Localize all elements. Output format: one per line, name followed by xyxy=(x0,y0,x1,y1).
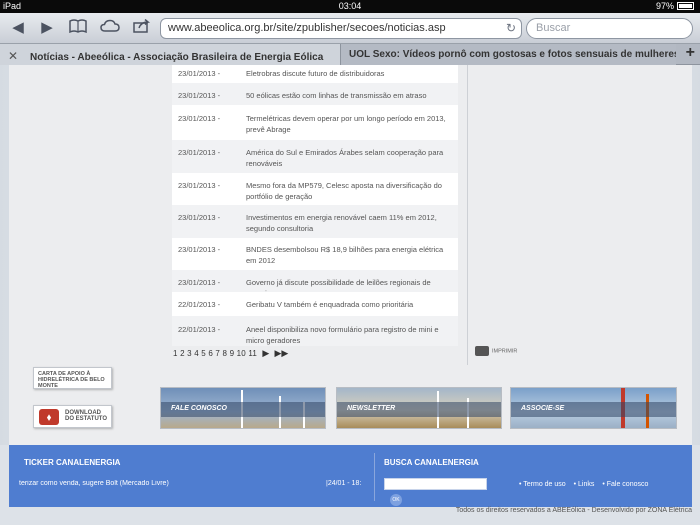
news-date: 23/01/2013 - xyxy=(178,114,221,123)
banner-label: NEWSLETTER xyxy=(337,402,501,417)
list-item[interactable]: 23/01/2013 - Investimentos em energia re… xyxy=(172,205,458,238)
print-button[interactable]: IMPRIMIR xyxy=(475,346,517,356)
news-date: 23/01/2013 - xyxy=(178,245,221,254)
download-statute-button[interactable]: ⬧ DOWNLOAD DO ESTATUTO xyxy=(33,405,112,428)
page-numbers[interactable]: 1 2 3 4 5 6 7 8 9 10 11 xyxy=(173,349,257,358)
list-item[interactable]: 23/01/2013 - BNDES desembolsou R$ 18,9 b… xyxy=(172,238,458,270)
fale-conosco-banner[interactable]: FALE CONOSCO xyxy=(160,387,326,429)
download-label: DOWNLOAD DO ESTATUTO xyxy=(65,410,107,422)
news-column: 23/01/2013 - Eletrobras discute futuro d… xyxy=(163,65,468,365)
search-input[interactable]: Buscar xyxy=(526,18,693,39)
news-date: 23/01/2013 - xyxy=(178,69,221,78)
copyright: Todos os direitos reservados a ABEEólica… xyxy=(455,507,692,514)
news-date: 22/01/2013 - xyxy=(178,300,221,309)
busca-title: BUSCA CANALENERGIA xyxy=(384,458,479,467)
banner-label: FALE CONOSCO xyxy=(161,402,325,417)
tab-bar: ✕ Notícias - Abeeólica - Associação Brasi… xyxy=(0,44,700,65)
list-item[interactable]: 23/01/2013 - América do Sul e Emirados Á… xyxy=(172,140,458,173)
news-date: 23/01/2013 - xyxy=(178,213,221,222)
list-item[interactable]: 23/01/2013 - Eletrobras discute futuro d… xyxy=(172,65,458,83)
share-icon[interactable] xyxy=(132,18,152,39)
forward-icon[interactable]: ▶ xyxy=(37,19,57,39)
pdf-icon: ⬧ xyxy=(39,409,59,425)
links-link[interactable]: • Links xyxy=(574,481,595,488)
news-date: 22/01/2013 - xyxy=(178,325,221,334)
back-icon[interactable]: ◀ xyxy=(8,19,28,39)
bookmarks-icon[interactable] xyxy=(68,19,88,39)
news-title[interactable]: Termelétricas devem operar por um longo … xyxy=(246,113,448,135)
print-label: IMPRIMIR xyxy=(492,348,518,355)
associe-se-banner[interactable]: ASSOCIE-SE xyxy=(510,387,677,429)
ticker-text[interactable]: terizar como venda, sugere Bolt (Mercado… xyxy=(19,480,379,487)
ticker-title: TICKER CANALENERGIA xyxy=(24,458,121,467)
list-item[interactable]: 23/01/2013 - Termelétricas devem operar … xyxy=(172,105,458,140)
browser-toolbar: ◀ ▶ www.abeeolica.org.br/site/zpublisher… xyxy=(0,13,700,44)
footer: TICKER CANALENERGIA terizar como venda, … xyxy=(9,445,692,507)
close-tab-icon[interactable]: ✕ xyxy=(8,49,30,63)
pagination: 1 2 3 4 5 6 7 8 9 10 11 ▶ ▶▶ xyxy=(173,348,288,359)
news-title[interactable]: Eletrobras discute futuro de distribuido… xyxy=(246,68,448,79)
news-date: 23/01/2013 - xyxy=(178,181,221,190)
news-title[interactable]: Aneel disponibiliza novo formulário para… xyxy=(246,324,448,346)
busca-ok-button[interactable]: OK xyxy=(390,494,402,506)
termo-de-uso-link[interactable]: • Termo de uso xyxy=(519,481,566,488)
ticker-date: |24/01 - 18: xyxy=(326,480,362,487)
list-item[interactable]: 23/01/2013 - Governo já discute possibil… xyxy=(172,270,458,298)
list-item[interactable]: 22/01/2013 - Geribatu V também é enquadr… xyxy=(172,292,458,316)
url-text: www.abeeolica.org.br/site/zpublisher/sec… xyxy=(168,22,446,34)
new-tab-icon[interactable]: + xyxy=(686,44,695,62)
tab-label: Notícias - Abeeólica - Associação Brasil… xyxy=(30,52,324,63)
fale-conosco-link[interactable]: • Fale conosco xyxy=(602,481,648,488)
battery-percent: 97% xyxy=(655,1,674,11)
last-page-icon[interactable]: ▶▶ xyxy=(274,348,288,358)
battery-icon xyxy=(677,2,694,10)
news-date: 23/01/2013 - xyxy=(178,148,221,157)
news-title[interactable]: 50 eólicas estão com linhas de transmiss… xyxy=(246,90,448,101)
icloud-tabs-icon[interactable] xyxy=(100,19,120,39)
carta-belo-monte-button[interactable]: CARTA DE APOIO À HIDRELÉTRICA DE BELO MO… xyxy=(33,367,112,389)
news-title[interactable]: Investimentos em energia renovável caem … xyxy=(246,212,448,234)
printer-icon xyxy=(475,346,489,356)
list-item[interactable]: 22/01/2013 - Aneel disponibiliza novo fo… xyxy=(172,316,458,346)
status-bar: iPad 03:04 97% xyxy=(0,0,700,13)
news-title[interactable]: Mesmo fora da MP579, Celesc aposta na di… xyxy=(246,180,448,202)
web-page: 23/01/2013 - Eletrobras discute futuro d… xyxy=(0,65,700,525)
ticker-headline[interactable]: terizar como venda, sugere Bolt (Mercado… xyxy=(19,480,169,487)
list-item[interactable]: 23/01/2013 - Mesmo fora da MP579, Celesc… xyxy=(172,173,458,205)
reload-icon[interactable]: ↻ xyxy=(506,21,516,35)
tab-label: UOL Sexo: Vídeos pornô com gostosas e fo… xyxy=(349,49,676,60)
news-title[interactable]: BNDES desembolsou R$ 18,9 bilhões para e… xyxy=(246,244,448,266)
list-item[interactable]: 23/01/2013 - 50 eólicas estão com linhas… xyxy=(172,83,458,105)
news-title[interactable]: Geribatu V também é enquadrada como prio… xyxy=(246,299,448,310)
news-date: 23/01/2013 - xyxy=(178,278,221,287)
tab-abeeolica[interactable]: ✕ Notícias - Abeeólica - Associação Brasi… xyxy=(0,44,340,65)
newsletter-banner[interactable]: NEWSLETTER xyxy=(336,387,502,429)
news-date: 23/01/2013 - xyxy=(178,91,221,100)
next-page-icon[interactable]: ▶ xyxy=(262,348,269,358)
address-bar[interactable]: www.abeeolica.org.br/site/zpublisher/sec… xyxy=(160,18,522,39)
busca-input[interactable] xyxy=(384,478,487,490)
battery-indicator: 97% xyxy=(656,1,694,11)
tab-uol[interactable]: UOL Sexo: Vídeos pornô com gostosas e fo… xyxy=(340,44,676,65)
footer-links: • Termo de uso • Links • Fale conosco xyxy=(519,481,654,488)
banner-label: ASSOCIE-SE xyxy=(511,402,676,417)
news-title[interactable]: América do Sul e Emirados Árabes selam c… xyxy=(246,147,448,169)
clock: 03:04 xyxy=(338,1,362,11)
